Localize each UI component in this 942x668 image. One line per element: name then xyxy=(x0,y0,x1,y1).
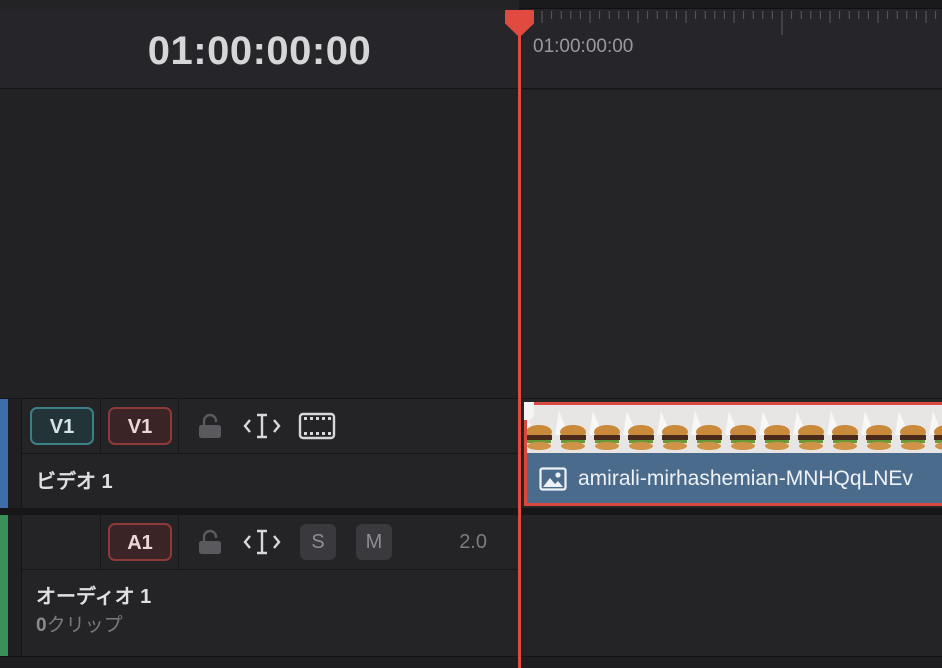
timecode-display: 01:00:00:00 xyxy=(0,9,519,89)
image-icon xyxy=(539,467,567,491)
video-track-header: V1 V1 ビデオ 1 xyxy=(0,398,519,509)
ruler-ticks xyxy=(541,11,937,35)
audio-channel-format: 2.0 xyxy=(459,531,487,553)
video-track-color-bar[interactable] xyxy=(0,399,8,509)
playhead-handle[interactable] xyxy=(504,9,535,37)
timeline-empty-area xyxy=(522,90,942,398)
thumbnail-frame xyxy=(725,411,756,450)
audio-track-color-bar[interactable] xyxy=(0,515,8,657)
video-clip[interactable]: amirali-mirhashemian-MNHQqLNEv xyxy=(524,402,942,506)
thumbnail-frame xyxy=(759,411,790,450)
audio-track-lane[interactable] xyxy=(522,514,942,656)
audio-clip-count: 0クリップ xyxy=(36,615,123,636)
solo-button[interactable]: S xyxy=(300,524,336,560)
mute-button[interactable]: M xyxy=(356,524,392,560)
thumbnail-frame xyxy=(793,411,824,450)
burger-thumbnail-strip xyxy=(527,411,942,450)
video-source-patch-button[interactable]: V1 xyxy=(30,407,94,445)
thumbnail-frame xyxy=(657,411,688,450)
audio-track-header: A1 S M 2.0 オーディオ 1 0クリップ xyxy=(0,514,519,657)
track-header-panel: 01:00:00:00 V1 V1 ビデオ 1 A1 S M 2.0 オーディオ… xyxy=(0,0,519,668)
thumbnail-frame xyxy=(827,411,858,450)
lock-icon[interactable] xyxy=(197,529,223,555)
playhead-line[interactable] xyxy=(518,22,521,668)
film-strip-icon[interactable] xyxy=(298,412,336,440)
clip-thumbnails xyxy=(527,405,942,453)
auto-select-icon[interactable] xyxy=(243,411,281,441)
timeline-bottom xyxy=(0,656,942,668)
timeline-ruler[interactable]: 01:00:00:00 xyxy=(522,9,942,89)
clip-info-bar: amirali-mirhashemian-MNHQqLNEv xyxy=(527,453,942,503)
audio-track-controls: A1 S M 2.0 xyxy=(22,515,519,570)
video-destination-button[interactable]: V1 xyxy=(108,407,172,445)
audio-track-name[interactable]: オーディオ 1 xyxy=(36,580,151,609)
thumbnail-frame xyxy=(895,411,926,450)
clip-name: amirali-mirhashemian-MNHQqLNEv xyxy=(578,467,913,490)
current-timecode[interactable]: 01:00:00:00 xyxy=(0,9,519,89)
video-track-lane[interactable]: amirali-mirhashemian-MNHQqLNEv xyxy=(522,398,942,508)
auto-select-icon[interactable] xyxy=(243,527,281,557)
lock-icon[interactable] xyxy=(197,413,223,439)
ruler-timecode-label: 01:00:00:00 xyxy=(533,36,634,57)
video-track-controls: V1 V1 xyxy=(22,399,519,454)
clip-handle[interactable] xyxy=(524,402,534,420)
thumbnail-frame xyxy=(555,411,586,450)
thumbnail-frame xyxy=(929,411,942,450)
thumbnail-frame xyxy=(623,411,654,450)
thumbnail-frame xyxy=(861,411,892,450)
video-track-name[interactable]: ビデオ 1 xyxy=(36,465,113,494)
track-header-empty-area xyxy=(0,90,519,398)
audio-destination-button[interactable]: A1 xyxy=(108,523,172,561)
thumbnail-frame xyxy=(589,411,620,450)
thumbnail-frame xyxy=(691,411,722,450)
